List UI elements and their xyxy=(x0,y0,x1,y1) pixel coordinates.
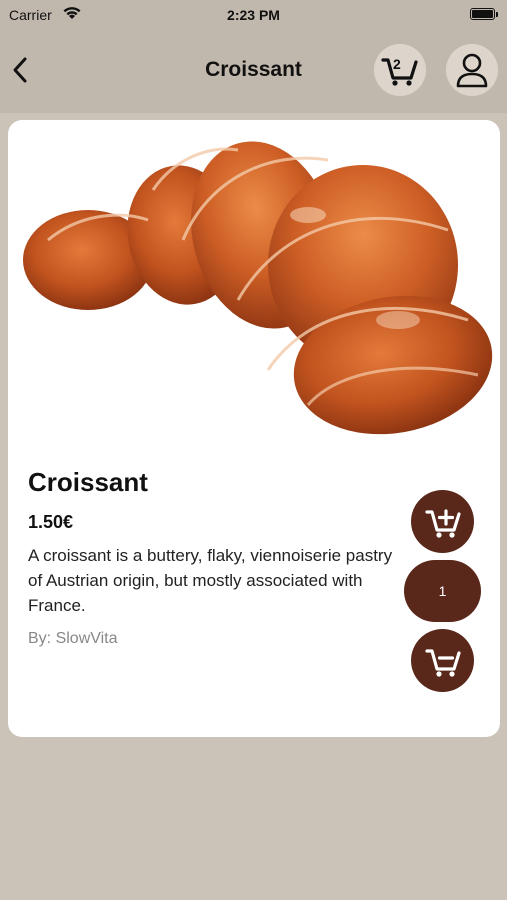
page-title: Croissant xyxy=(205,58,302,81)
status-time: 2:23 PM xyxy=(227,7,280,23)
product-card: Croissant 1.50€ A croissant is a buttery… xyxy=(8,120,500,737)
cart-plus-icon xyxy=(424,508,461,538)
user-icon xyxy=(456,53,488,88)
navigation-bar: Croissant 2 xyxy=(0,30,507,110)
product-description: A croissant is a buttery, flaky, viennoi… xyxy=(28,546,393,615)
add-to-cart-button[interactable] xyxy=(411,490,474,553)
cart-count-badge: 2 xyxy=(393,56,401,72)
profile-button[interactable] xyxy=(446,44,498,96)
cart-button[interactable]: 2 xyxy=(374,44,426,96)
battery-icon xyxy=(470,8,498,20)
cart-minus-icon xyxy=(424,648,461,677)
header-bar: Carrier 2:23 PM Croissant 2 xyxy=(0,0,507,113)
quantity-display: 1 xyxy=(404,560,481,622)
status-bar: Carrier 2:23 PM xyxy=(0,0,507,30)
product-name: Croissant xyxy=(28,467,148,497)
product-author: By: SlowVita xyxy=(28,630,118,647)
product-image xyxy=(8,120,500,450)
remove-from-cart-button[interactable] xyxy=(411,629,474,692)
product-price: 1.50€ xyxy=(28,512,74,532)
